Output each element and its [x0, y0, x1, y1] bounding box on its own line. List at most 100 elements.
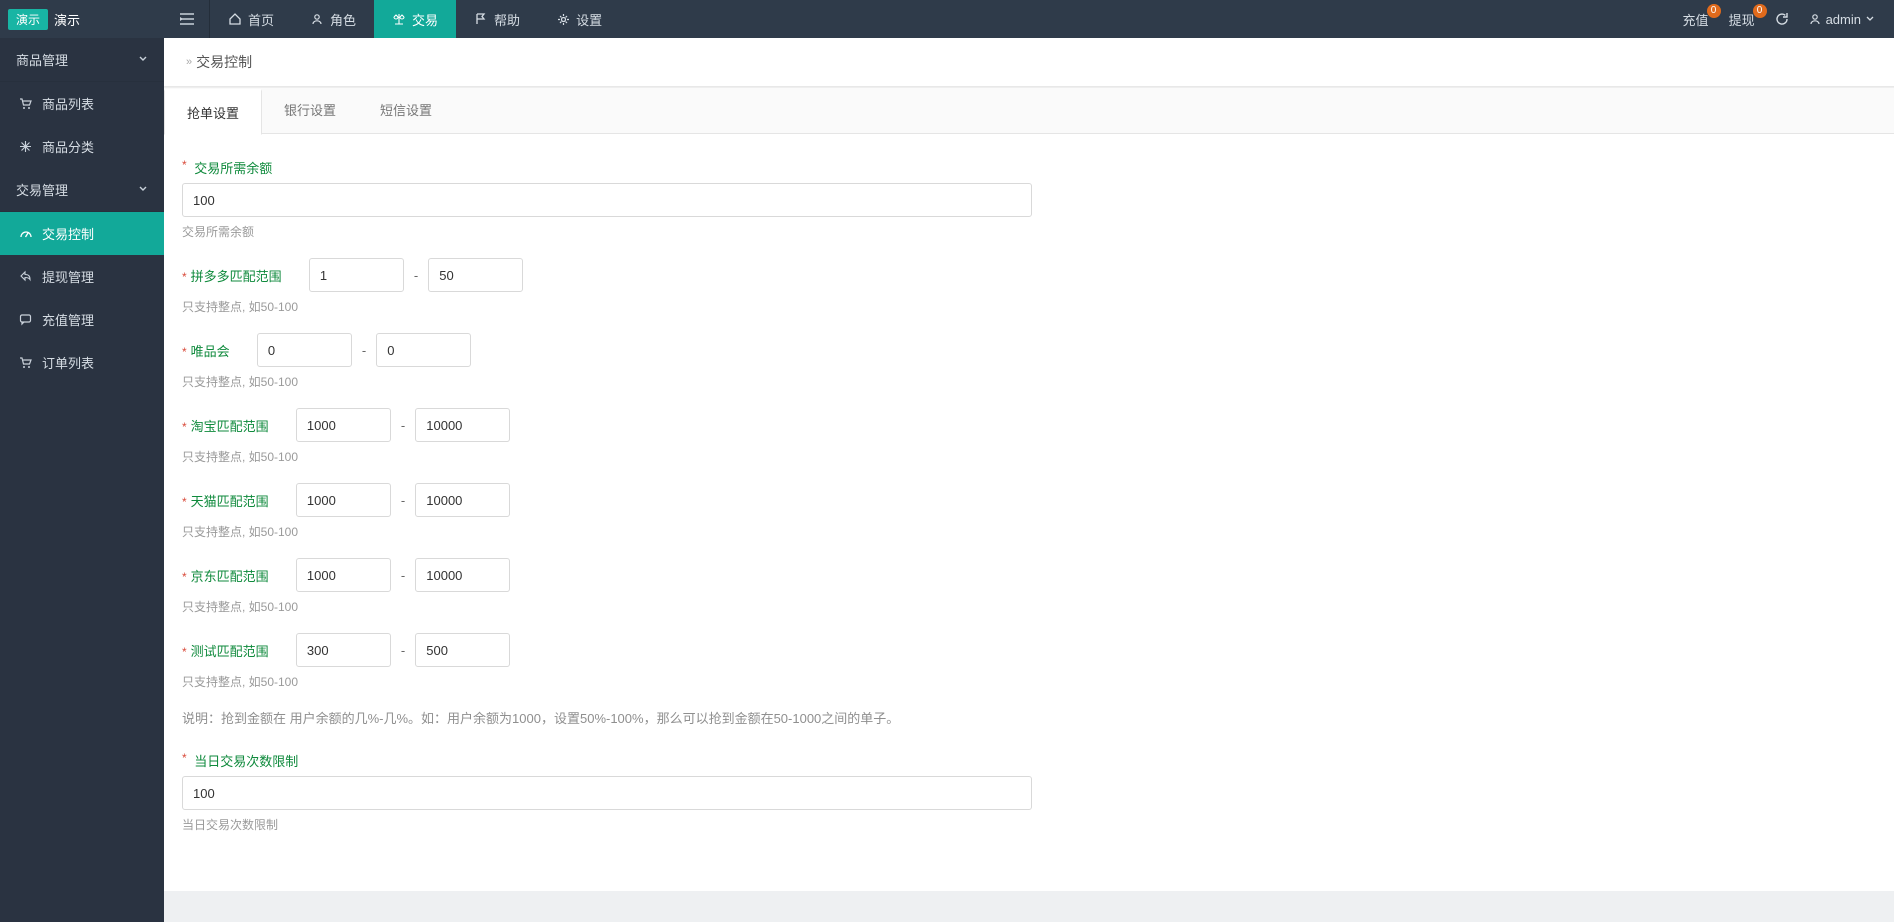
tab-0[interactable]: 抢单设置	[164, 89, 262, 135]
chevron-down-icon	[138, 55, 148, 65]
range-min-input[interactable]	[257, 333, 352, 367]
nav-item-label: 帮助	[494, 10, 520, 29]
daily-limit-help: 当日交易次数限制	[182, 816, 1246, 833]
breadcrumb: » 交易控制	[164, 38, 1894, 87]
recharge-badge: 0	[1707, 4, 1721, 18]
user-name: admin	[1826, 12, 1861, 27]
sidebar-item-0-1[interactable]: 商品分类	[0, 125, 164, 168]
refresh-icon	[1775, 12, 1789, 26]
required-star: *	[182, 570, 187, 584]
range-row-3: *天猫匹配范围 -只支持整点, 如50-100	[182, 483, 1246, 540]
range-label: 京东匹配范围	[191, 566, 269, 585]
sidebar-item-label: 提现管理	[42, 267, 94, 286]
range-min-input[interactable]	[309, 258, 404, 292]
sidebar-group-title-1[interactable]: 交易管理	[0, 168, 164, 212]
cart-icon	[18, 97, 32, 111]
range-min-input[interactable]	[296, 633, 391, 667]
top-header: 演示 演示 首页角色 交易 帮助设置 充值 0 提现 0	[0, 0, 1894, 38]
range-label: 拼多多匹配范围	[191, 266, 282, 285]
nav-item-label: 交易	[412, 10, 438, 29]
daily-limit-input[interactable]	[182, 776, 1032, 810]
sidebar-group-label: 交易管理	[16, 180, 68, 199]
snow-icon	[18, 140, 32, 154]
field-balance: * 交易所需余额 交易所需余额	[182, 158, 1246, 240]
sidebar-item-label: 商品分类	[42, 137, 94, 156]
range-help: 只支持整点, 如50-100	[182, 523, 1246, 540]
range-separator: -	[401, 568, 405, 583]
breadcrumb-title: 交易控制	[196, 52, 252, 72]
sidebar-item-1-1[interactable]: 提现管理	[0, 255, 164, 298]
sidebar-item-1-2[interactable]: 充值管理	[0, 298, 164, 341]
scale-icon	[392, 12, 406, 26]
recharge-label: 充值	[1683, 10, 1709, 29]
recharge-link[interactable]: 充值 0	[1683, 10, 1709, 29]
logo-area: 演示 演示	[0, 9, 164, 30]
sidebar-item-1-3[interactable]: 订单列表	[0, 341, 164, 384]
nav-item-label: 首页	[248, 10, 274, 29]
withdraw-badge: 0	[1753, 4, 1767, 18]
field-daily-limit: * 当日交易次数限制 当日交易次数限制	[182, 751, 1246, 833]
sidebar-item-label: 订单列表	[42, 353, 94, 372]
daily-limit-label: 当日交易次数限制	[194, 751, 298, 770]
sidebar-collapse-button[interactable]	[164, 0, 210, 38]
range-label: 唯品会	[191, 341, 230, 360]
nav-item-2[interactable]: 交易	[374, 0, 456, 38]
nav-item-3[interactable]: 帮助	[456, 0, 538, 38]
chevron-down-icon	[138, 185, 148, 195]
range-row-5: *测试匹配范围 -只支持整点, 如50-100	[182, 633, 1246, 690]
range-separator: -	[401, 493, 405, 508]
range-row-0: * 拼多多匹配范围 - 只支持整点, 如50-100	[182, 258, 1246, 315]
balance-label: 交易所需余额	[194, 158, 272, 177]
sidebar-group-title-0[interactable]: 商品管理	[0, 38, 164, 82]
nav-item-1[interactable]: 角色	[292, 0, 374, 38]
gear-icon	[556, 12, 570, 26]
user-icon	[310, 12, 324, 26]
balance-help: 交易所需余额	[182, 223, 1246, 240]
sidebar-item-1-0[interactable]: 交易控制	[0, 212, 164, 255]
logo-badge-left: 演示	[8, 9, 48, 30]
tabs-bar: 抢单设置银行设置短信设置	[164, 88, 1894, 134]
header-right: 充值 0 提现 0 admin	[1683, 0, 1894, 38]
range-separator: -	[414, 268, 418, 283]
sidebar-group-label: 商品管理	[16, 50, 68, 69]
withdraw-link[interactable]: 提现 0	[1729, 10, 1755, 29]
range-max-input[interactable]	[428, 258, 523, 292]
tab-1[interactable]: 银行设置	[262, 88, 358, 133]
range-separator: -	[401, 643, 405, 658]
breadcrumb-chevron-icon: »	[186, 56, 190, 68]
withdraw-label: 提现	[1729, 10, 1755, 29]
menu-icon	[180, 13, 194, 25]
range-label: 淘宝匹配范围	[191, 416, 269, 435]
sidebar-item-0-0[interactable]: 商品列表	[0, 82, 164, 125]
range-max-input[interactable]	[376, 333, 471, 367]
ordercart-icon	[18, 356, 32, 370]
dash-icon	[18, 227, 32, 241]
range-label: 测试匹配范围	[191, 641, 269, 660]
required-star: *	[182, 345, 187, 359]
range-row-1: *唯品会 -只支持整点, 如50-100	[182, 333, 1246, 390]
nav-item-4[interactable]: 设置	[538, 0, 620, 38]
range-max-input[interactable]	[415, 558, 510, 592]
range-help: 只支持整点, 如50-100	[182, 298, 1246, 315]
tab-2[interactable]: 短信设置	[358, 88, 454, 133]
range-label: 天猫匹配范围	[191, 491, 269, 510]
range-max-input[interactable]	[415, 633, 510, 667]
nav-item-0[interactable]: 首页	[210, 0, 292, 38]
range-max-input[interactable]	[415, 483, 510, 517]
main-content: » 交易控制 抢单设置银行设置短信设置 * 交易所需余额 交易所需余额	[164, 38, 1894, 922]
range-min-input[interactable]	[296, 558, 391, 592]
share-icon	[18, 270, 32, 284]
chevron-down-icon	[1866, 16, 1874, 22]
sidebar-item-label: 商品列表	[42, 94, 94, 113]
balance-input[interactable]	[182, 183, 1032, 217]
required-star: *	[182, 751, 187, 765]
sidebar-item-label: 充值管理	[42, 310, 94, 329]
range-min-input[interactable]	[296, 408, 391, 442]
range-max-input[interactable]	[415, 408, 510, 442]
required-star: *	[182, 270, 187, 284]
user-menu[interactable]: admin	[1809, 12, 1874, 27]
sidebar: 商品管理商品列表商品分类交易管理交易控制提现管理充值管理订单列表	[0, 38, 164, 922]
range-min-input[interactable]	[296, 483, 391, 517]
flag-icon	[474, 12, 488, 26]
refresh-button[interactable]	[1775, 12, 1789, 26]
